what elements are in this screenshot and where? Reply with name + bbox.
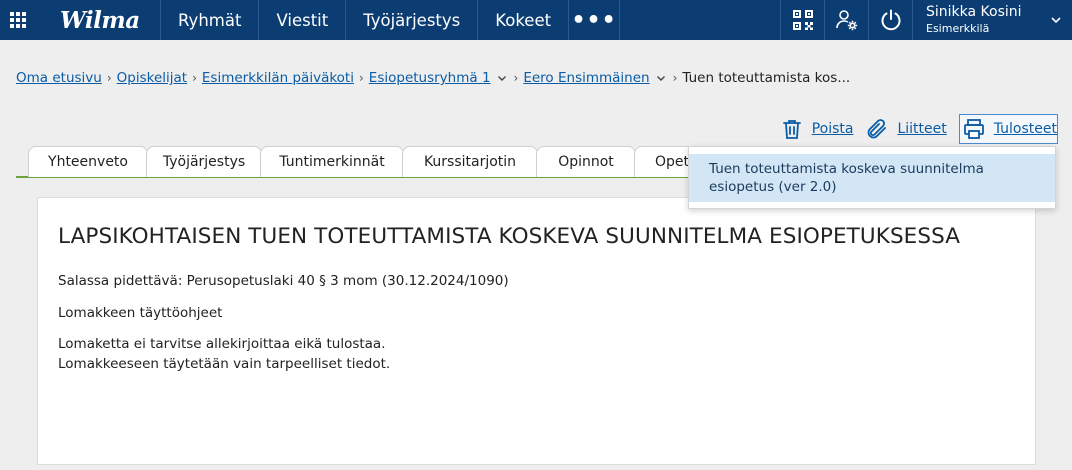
attachments-label: Liitteet [897, 121, 947, 137]
user-name: Sinikka Kosini [926, 3, 1022, 20]
instructions-heading: Lomakkeen täyttöohjeet [58, 305, 223, 321]
breadcrumb-students[interactable]: Opiskelijat [117, 70, 187, 86]
breadcrumb-current: Tuen toteuttamista kos... [682, 70, 851, 86]
chevron-down-icon[interactable] [656, 73, 666, 83]
chevron-right-icon: › [106, 71, 112, 85]
prints-button[interactable]: Tulosteet [958, 114, 1058, 144]
document-title: LAPSIKOHTAISEN TUEN TOTEUTTAMISTA KOSKEV… [58, 224, 961, 249]
breadcrumb-daycare[interactable]: Esimerkkilän päiväkoti [202, 70, 354, 86]
delete-label: Poista [811, 121, 854, 137]
wilma-logo[interactable]: Wilma [36, 0, 160, 40]
prints-dropdown: Tuen toteuttamista koskeva suunnitelma e… [688, 146, 1056, 209]
user-organization: Esimerkkilä [926, 21, 990, 35]
breadcrumb-student[interactable]: Eero Ensimmäinen [523, 70, 649, 86]
paperclip-icon [868, 119, 887, 139]
delete-button[interactable]: Poista [780, 117, 854, 141]
power-logout-icon[interactable] [868, 0, 912, 40]
qr-code-icon[interactable] [780, 0, 824, 40]
instruction-line: Lomaketta ei tarvitse allekirjoittaa eik… [58, 336, 386, 352]
breadcrumb-group[interactable]: Esiopetusryhmä 1 [369, 70, 491, 86]
nav-groups[interactable]: Ryhmät [160, 0, 258, 40]
nav-messages[interactable]: Viestit [258, 0, 345, 40]
printer-icon [963, 119, 984, 139]
top-navigation: Wilma Ryhmät Viestit Työjärjestys Kokeet… [0, 0, 1072, 40]
prints-label: Tulosteet [993, 121, 1057, 137]
chevron-down-icon [1051, 17, 1061, 24]
attachments-button[interactable]: Liitteet [865, 117, 947, 141]
tab-course-tray[interactable]: Kurssitarjotin [402, 146, 538, 177]
user-menu[interactable]: Sinikka Kosini Esimerkkilä [912, 0, 1072, 40]
tab-studies[interactable]: Opinnot [536, 146, 636, 177]
more-menu-button[interactable]: ••• [568, 0, 621, 40]
tab-schedule[interactable]: Työjärjestys [146, 146, 262, 177]
chevron-right-icon: › [513, 71, 519, 85]
tab-summary[interactable]: Yhteenveto [28, 146, 148, 177]
chevron-right-icon: › [192, 71, 197, 85]
instruction-line: Lomakkeeseen täytetään vain tarpeelliset… [58, 356, 391, 372]
user-settings-icon[interactable] [824, 0, 868, 40]
apps-grid-icon[interactable] [0, 0, 36, 40]
nav-exams[interactable]: Kokeet [477, 0, 568, 40]
document-panel: LAPSIKOHTAISEN TUEN TOTEUTTAMISTA KOSKEV… [37, 197, 1036, 465]
print-option[interactable]: Tuen toteuttamista koskeva suunnitelma e… [689, 154, 1055, 202]
breadcrumb-home[interactable]: Oma etusivu [16, 70, 102, 86]
document-actions: Poista Liitteet Tulosteet [768, 114, 1058, 144]
nav-schedule[interactable]: Työjärjestys [345, 0, 477, 40]
trash-icon [782, 120, 801, 139]
breadcrumb: Oma etusivu › Opiskelijat › Esimerkkilän… [16, 70, 850, 86]
chevron-down-icon[interactable] [497, 73, 507, 83]
chevron-right-icon: › [358, 71, 364, 85]
tab-lesson-markings[interactable]: Tuntimerkinnät [260, 146, 404, 177]
chevron-right-icon: › [672, 71, 678, 85]
confidentiality-note: Salassa pidettävä: Perusopetuslaki 40 § … [58, 273, 509, 289]
